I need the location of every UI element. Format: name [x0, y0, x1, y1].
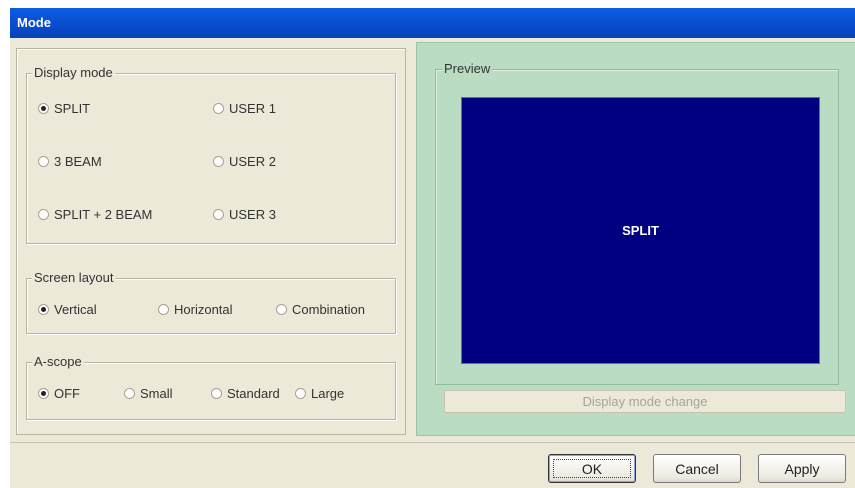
- radio-combination[interactable]: Combination: [276, 302, 365, 317]
- radio-user-3[interactable]: USER 3: [213, 207, 276, 222]
- radio-split-2-beam-label: SPLIT + 2 BEAM: [54, 207, 153, 222]
- radio-large-label: Large: [311, 386, 345, 401]
- radio-user-2[interactable]: USER 2: [213, 154, 276, 169]
- radio-split-2-beam[interactable]: SPLIT + 2 BEAM: [38, 207, 152, 222]
- radio-split-label: SPLIT: [54, 101, 91, 116]
- radio-small-dot[interactable]: [124, 388, 135, 399]
- ok-button-label: OK: [581, 460, 603, 477]
- radio-off-dot[interactable]: [38, 388, 49, 399]
- radio-off-label: OFF: [54, 386, 80, 401]
- radio-3-beam-dot[interactable]: [38, 156, 49, 167]
- display-mode-group: Display mode SPLIT 3 BEAM SPLIT + 2 BEAM…: [26, 65, 396, 244]
- display-mode-change-button[interactable]: Display mode change: [444, 390, 846, 413]
- radio-horizontal-dot[interactable]: [158, 304, 169, 315]
- radio-vertical-dot[interactable]: [38, 304, 49, 315]
- radio-3-beam-label: 3 BEAM: [54, 154, 102, 169]
- radio-user-3-dot[interactable]: [213, 209, 224, 220]
- preview-legend: Preview: [442, 61, 493, 77]
- radio-user-3-label: USER 3: [229, 207, 276, 222]
- preview-screen: SPLIT: [461, 97, 820, 364]
- screen-layout-legend: Screen layout: [32, 270, 116, 286]
- preview-group: Preview SPLIT: [435, 61, 839, 385]
- title-bar[interactable]: Mode: [10, 8, 855, 38]
- screen-layout-group: Screen layout Vertical Horizontal Combin…: [26, 270, 396, 334]
- a-scope-group: A-scope OFF Small Standard Large: [26, 354, 396, 420]
- radio-large[interactable]: Large: [295, 386, 344, 401]
- radio-split-2-beam-dot[interactable]: [38, 209, 49, 220]
- cancel-button[interactable]: Cancel: [653, 454, 741, 483]
- radio-combination-dot[interactable]: [276, 304, 287, 315]
- radio-standard[interactable]: Standard: [211, 386, 280, 401]
- preview-panel: Preview SPLIT Display mode change: [416, 42, 855, 436]
- radio-standard-label: Standard: [227, 386, 280, 401]
- apply-button-label: Apply: [784, 460, 820, 477]
- mode-dialog: Mode Display mode SPLIT 3 BEAM SPLIT + 2…: [10, 8, 855, 488]
- radio-small-label: Small: [140, 386, 173, 401]
- a-scope-legend: A-scope: [32, 354, 84, 370]
- cancel-button-label: Cancel: [675, 460, 719, 477]
- radio-horizontal[interactable]: Horizontal: [158, 302, 233, 317]
- radio-user-1-label: USER 1: [229, 101, 276, 116]
- radio-vertical[interactable]: Vertical: [38, 302, 97, 317]
- display-mode-legend: Display mode: [32, 65, 115, 81]
- radio-split-dot[interactable]: [38, 103, 49, 114]
- radio-small[interactable]: Small: [124, 386, 173, 401]
- radio-combination-label: Combination: [292, 302, 365, 317]
- radio-off[interactable]: OFF: [38, 386, 80, 401]
- radio-standard-dot[interactable]: [211, 388, 222, 399]
- radio-user-1-dot[interactable]: [213, 103, 224, 114]
- footer-divider: [10, 442, 855, 443]
- radio-user-1[interactable]: USER 1: [213, 101, 276, 116]
- ok-button[interactable]: OK: [548, 454, 636, 483]
- settings-panel: Display mode SPLIT 3 BEAM SPLIT + 2 BEAM…: [16, 48, 406, 435]
- radio-user-2-label: USER 2: [229, 154, 276, 169]
- radio-vertical-label: Vertical: [54, 302, 97, 317]
- window-title: Mode: [17, 15, 51, 30]
- radio-user-2-dot[interactable]: [213, 156, 224, 167]
- radio-3-beam[interactable]: 3 BEAM: [38, 154, 102, 169]
- radio-horizontal-label: Horizontal: [174, 302, 233, 317]
- radio-large-dot[interactable]: [295, 388, 306, 399]
- apply-button[interactable]: Apply: [758, 454, 846, 483]
- radio-split[interactable]: SPLIT: [38, 101, 90, 116]
- preview-screen-label: SPLIT: [622, 223, 659, 238]
